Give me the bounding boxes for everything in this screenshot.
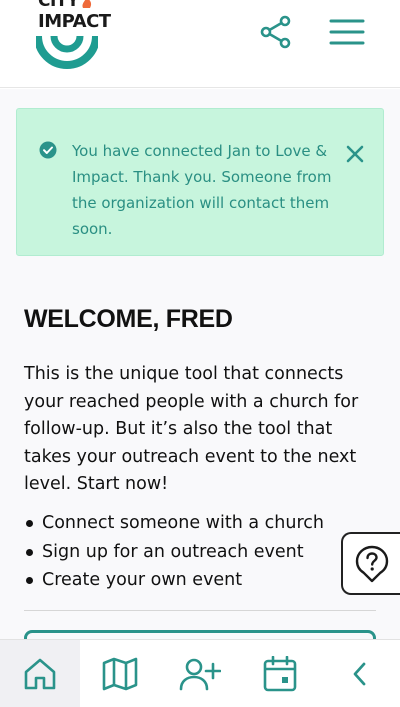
list-item-text: Sign up for an outreach event [42,541,304,562]
nav-home[interactable] [0,640,80,707]
section-divider [24,610,376,611]
home-icon [24,658,56,690]
alert-message: You have connected Jan to Love & Impact.… [72,142,332,238]
bullet-dot [26,577,33,584]
nav-map[interactable] [80,640,160,707]
chevron-left-icon [353,662,366,686]
hamburger-menu-icon [329,19,365,45]
bullet-dot [26,520,33,527]
success-alert: You have connected Jan to Love & Impact.… [16,108,384,256]
nav-calendar[interactable] [240,640,320,707]
bullet-dot [26,548,33,556]
share-icon [260,15,291,49]
app-header: CITY IMPACT [0,0,400,88]
intro-paragraph: This is the unique tool that connects yo… [24,364,359,494]
help-button[interactable] [341,532,400,595]
main-content: You have connected Jan to Love & Impact.… [0,89,400,642]
list-item-text: Create your own event [42,570,243,590]
check-circle-icon [39,141,57,159]
close-icon[interactable] [344,143,366,165]
welcome-heading: WELCOME, FRED [24,305,233,333]
help-question-icon [355,545,388,582]
list-item: Sign up for an outreach event [24,538,374,567]
logo-text-city: CITY [38,0,79,11]
list-item: Connect someone with a church [24,509,374,538]
logo-mark-icon [36,36,98,69]
logo-text-impact: IMPACT [38,11,111,32]
menu-button[interactable] [326,12,368,52]
share-button[interactable] [256,12,296,52]
bottom-navigation [0,639,400,707]
list-item: Create your own event [24,566,374,595]
calendar-icon [263,656,297,692]
nav-back[interactable] [320,640,400,707]
map-icon [102,657,138,691]
logo-flame-icon [82,0,92,8]
list-item-text: Connect someone with a church [42,513,324,533]
feature-list: Connect someone with a church Sign up fo… [24,509,374,595]
add-user-icon [179,658,221,691]
nav-add-contact[interactable] [160,640,240,707]
city-impact-logo[interactable]: CITY IMPACT [36,0,111,84]
